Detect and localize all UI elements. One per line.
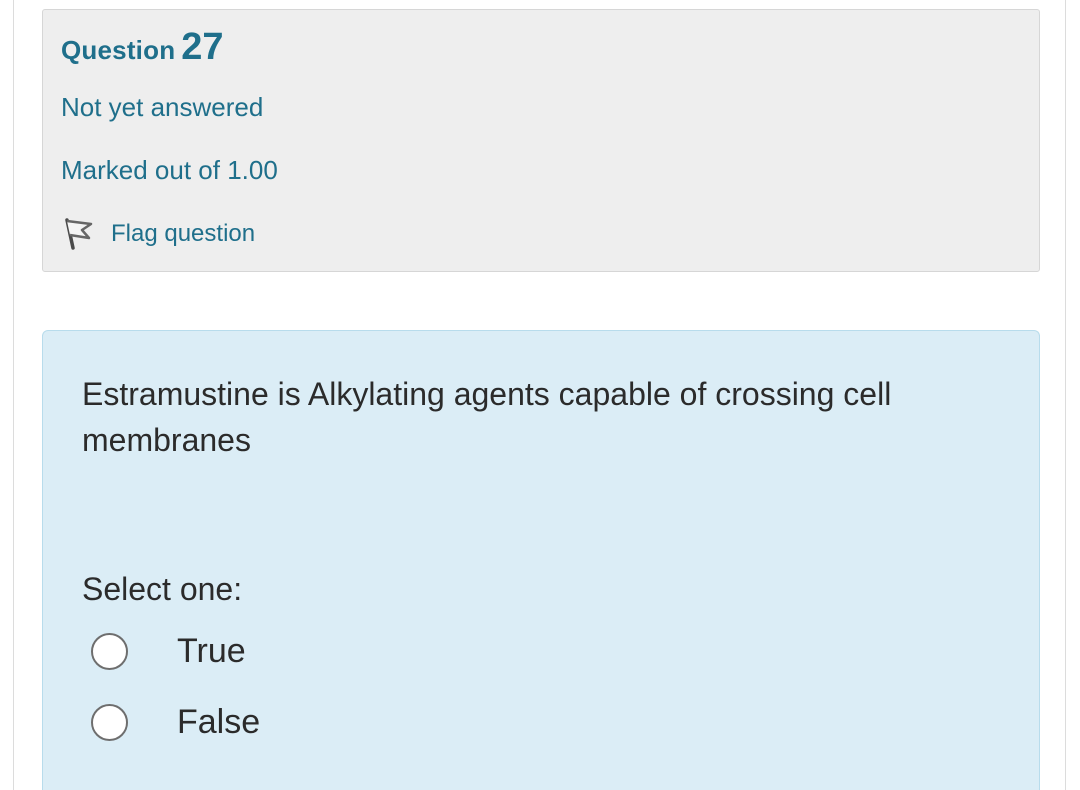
select-one-prompt: Select one:	[82, 571, 243, 607]
question-number: 27	[181, 26, 224, 68]
question-label: Question	[61, 35, 176, 65]
question-text: Estramustine is Alkylating agents capabl…	[82, 376, 892, 458]
answer-option-true[interactable]: True	[91, 629, 246, 673]
question-state: Not yet answered	[61, 92, 264, 122]
flag-question-label: Flag question	[111, 220, 256, 247]
answer-option-label: False	[177, 702, 261, 741]
flag-question-link[interactable]: Flag question	[61, 214, 255, 254]
radio-button-false[interactable]	[91, 703, 128, 741]
answer-option-label: True	[177, 631, 246, 670]
flag-icon	[61, 217, 95, 251]
question-content-panel: Estramustine is Alkylating agents capabl…	[42, 330, 1040, 790]
question-info-panel: Question 27 Not yet answered Marked out o…	[42, 9, 1040, 272]
radio-button-true[interactable]	[91, 632, 128, 670]
answer-option-false[interactable]: False	[91, 700, 260, 744]
question-grade: Marked out of 1.00	[61, 155, 278, 185]
question-number-heading: Question 27	[61, 26, 224, 69]
